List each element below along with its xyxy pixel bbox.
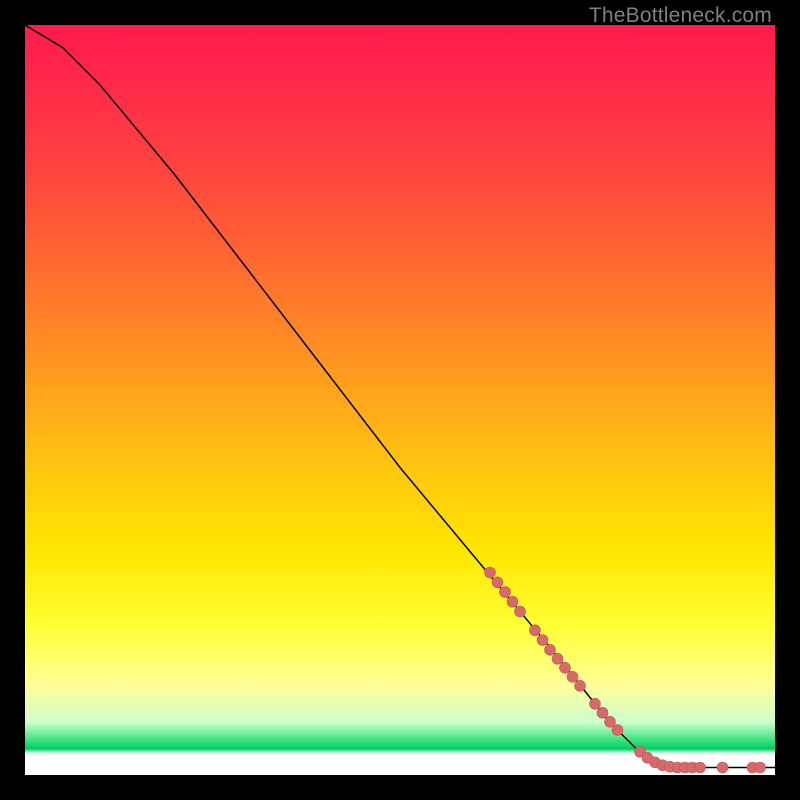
data-curve — [25, 25, 775, 768]
data-marker — [530, 625, 541, 636]
data-marker — [597, 707, 608, 718]
data-marker — [552, 653, 563, 664]
data-marker — [507, 596, 518, 607]
data-marker — [717, 762, 728, 773]
data-markers — [485, 567, 766, 773]
data-marker — [485, 567, 496, 578]
data-marker — [560, 662, 571, 673]
data-marker — [492, 577, 503, 588]
data-marker — [575, 680, 586, 691]
data-marker — [545, 644, 556, 655]
plot-area — [25, 25, 775, 775]
data-marker — [695, 762, 706, 773]
chart-svg — [25, 25, 775, 775]
data-marker — [755, 762, 766, 773]
chart-frame: TheBottleneck.com — [0, 0, 800, 800]
data-marker — [515, 606, 526, 617]
data-marker — [537, 635, 548, 646]
data-marker — [567, 671, 578, 682]
data-marker — [590, 698, 601, 709]
data-marker — [612, 725, 623, 736]
data-marker — [500, 587, 511, 598]
